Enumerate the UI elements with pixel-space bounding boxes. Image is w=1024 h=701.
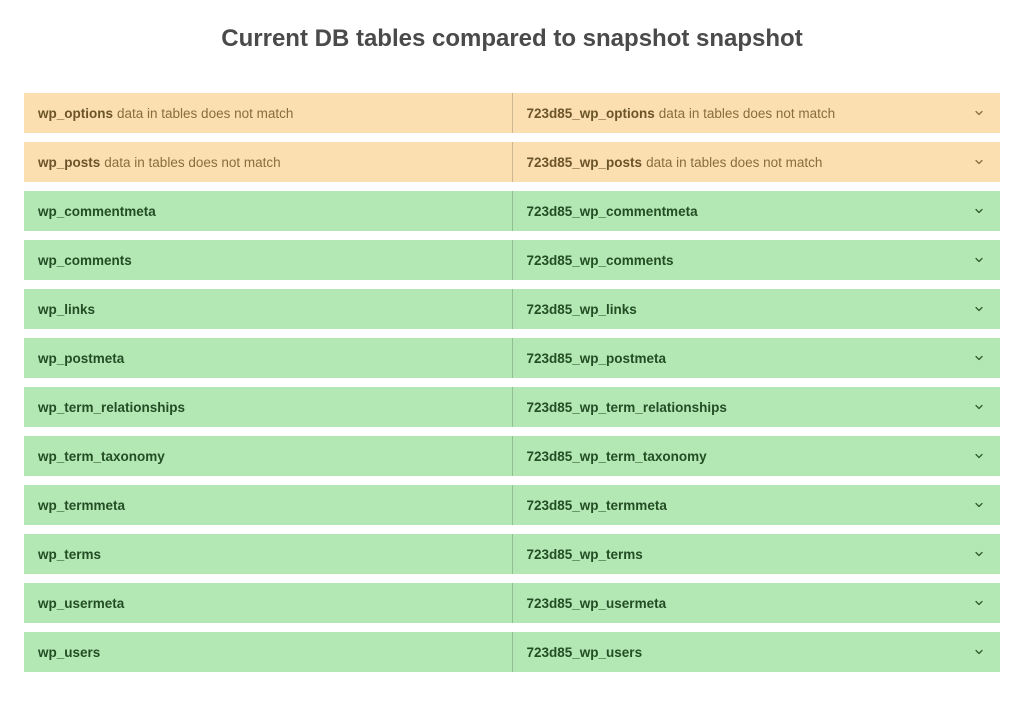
cell-snapshot: 723d85_wp_comments	[513, 240, 1001, 280]
table-row[interactable]: wp_termmeta 723d85_wp_termmeta	[24, 485, 1000, 525]
cell-snapshot: 723d85_wp_termmeta	[513, 485, 1001, 525]
table-name-current: wp_posts	[38, 155, 100, 170]
table-name-snapshot: 723d85_wp_termmeta	[527, 498, 667, 513]
cell-snapshot: 723d85_wp_term_relationships	[513, 387, 1001, 427]
status-text: data in tables does not match	[646, 155, 822, 170]
table-name-current: wp_links	[38, 302, 95, 317]
table-row[interactable]: wp_users 723d85_wp_users	[24, 632, 1000, 672]
table-name-snapshot: 723d85_wp_term_relationships	[527, 400, 727, 415]
chevron-down-icon[interactable]	[972, 645, 986, 659]
table-row[interactable]: wp_comments 723d85_wp_comments	[24, 240, 1000, 280]
table-row[interactable]: wp_options data in tables does not match…	[24, 93, 1000, 133]
table-name-snapshot: 723d85_wp_users	[527, 645, 643, 660]
table-name-current: wp_term_relationships	[38, 400, 185, 415]
cell-snapshot: 723d85_wp_options data in tables does no…	[513, 93, 1001, 133]
table-name-snapshot: 723d85_wp_usermeta	[527, 596, 667, 611]
table-name-current: wp_usermeta	[38, 596, 124, 611]
cell-snapshot: 723d85_wp_users	[513, 632, 1001, 672]
table-row[interactable]: wp_usermeta 723d85_wp_usermeta	[24, 583, 1000, 623]
cell-current: wp_comments	[24, 240, 513, 280]
page-title: Current DB tables compared to snapshot s…	[24, 25, 1000, 53]
chevron-down-icon[interactable]	[972, 400, 986, 414]
cell-current: wp_links	[24, 289, 513, 329]
cell-snapshot: 723d85_wp_commentmeta	[513, 191, 1001, 231]
cell-snapshot: 723d85_wp_usermeta	[513, 583, 1001, 623]
chevron-down-icon[interactable]	[972, 547, 986, 561]
table-name-current: wp_termmeta	[38, 498, 125, 513]
table-name-snapshot: 723d85_wp_options	[527, 106, 655, 121]
table-row[interactable]: wp_term_relationships 723d85_wp_term_rela…	[24, 387, 1000, 427]
chevron-down-icon[interactable]	[972, 106, 986, 120]
cell-snapshot: 723d85_wp_posts data in tables does not …	[513, 142, 1001, 182]
chevron-down-icon[interactable]	[972, 204, 986, 218]
cell-current: wp_term_taxonomy	[24, 436, 513, 476]
table-row[interactable]: wp_commentmeta 723d85_wp_commentmeta	[24, 191, 1000, 231]
cell-current: wp_posts data in tables does not match	[24, 142, 513, 182]
comparison-table: wp_options data in tables does not match…	[24, 93, 1000, 672]
table-row[interactable]: wp_terms 723d85_wp_terms	[24, 534, 1000, 574]
table-name-current: wp_commentmeta	[38, 204, 156, 219]
table-name-snapshot: 723d85_wp_terms	[527, 547, 643, 562]
chevron-down-icon[interactable]	[972, 351, 986, 365]
table-name-snapshot: 723d85_wp_comments	[527, 253, 674, 268]
status-text: data in tables does not match	[104, 155, 280, 170]
cell-snapshot: 723d85_wp_terms	[513, 534, 1001, 574]
cell-current: wp_options data in tables does not match	[24, 93, 513, 133]
table-name-current: wp_comments	[38, 253, 132, 268]
table-name-snapshot: 723d85_wp_links	[527, 302, 637, 317]
chevron-down-icon[interactable]	[972, 253, 986, 267]
table-name-current: wp_terms	[38, 547, 101, 562]
cell-current: wp_termmeta	[24, 485, 513, 525]
cell-current: wp_users	[24, 632, 513, 672]
table-name-current: wp_options	[38, 106, 113, 121]
table-row[interactable]: wp_posts data in tables does not match72…	[24, 142, 1000, 182]
status-text: data in tables does not match	[659, 106, 835, 121]
table-name-snapshot: 723d85_wp_term_taxonomy	[527, 449, 707, 464]
chevron-down-icon[interactable]	[972, 449, 986, 463]
chevron-down-icon[interactable]	[972, 155, 986, 169]
cell-current: wp_postmeta	[24, 338, 513, 378]
table-name-snapshot: 723d85_wp_postmeta	[527, 351, 667, 366]
table-name-current: wp_term_taxonomy	[38, 449, 165, 464]
chevron-down-icon[interactable]	[972, 498, 986, 512]
table-name-snapshot: 723d85_wp_commentmeta	[527, 204, 698, 219]
chevron-down-icon[interactable]	[972, 302, 986, 316]
cell-snapshot: 723d85_wp_postmeta	[513, 338, 1001, 378]
cell-snapshot: 723d85_wp_term_taxonomy	[513, 436, 1001, 476]
cell-current: wp_terms	[24, 534, 513, 574]
table-name-snapshot: 723d85_wp_posts	[527, 155, 643, 170]
table-row[interactable]: wp_postmeta 723d85_wp_postmeta	[24, 338, 1000, 378]
status-text: data in tables does not match	[117, 106, 293, 121]
table-name-current: wp_users	[38, 645, 100, 660]
table-row[interactable]: wp_term_taxonomy 723d85_wp_term_taxonomy	[24, 436, 1000, 476]
chevron-down-icon[interactable]	[972, 596, 986, 610]
cell-snapshot: 723d85_wp_links	[513, 289, 1001, 329]
table-name-current: wp_postmeta	[38, 351, 124, 366]
cell-current: wp_usermeta	[24, 583, 513, 623]
cell-current: wp_commentmeta	[24, 191, 513, 231]
table-row[interactable]: wp_links 723d85_wp_links	[24, 289, 1000, 329]
cell-current: wp_term_relationships	[24, 387, 513, 427]
